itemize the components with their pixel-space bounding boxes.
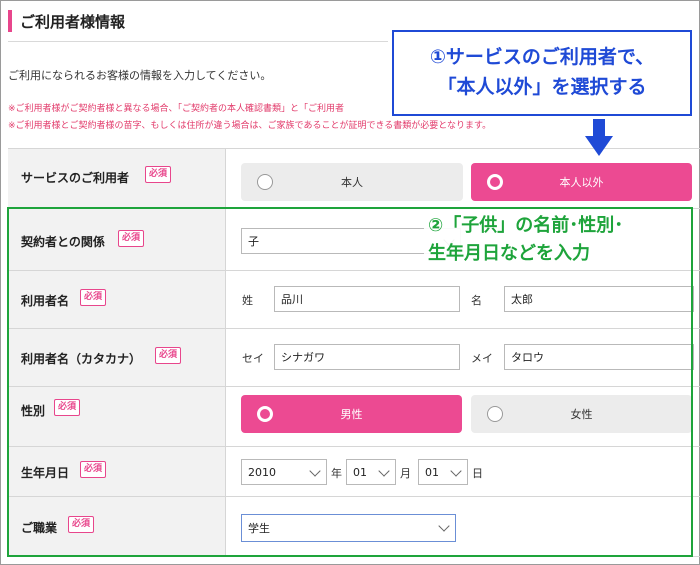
callout-1-line-2: 「本人以外」を選択する (437, 76, 647, 98)
callout-step-2: ②「子供」の名前･性別･ 生年月日などを入力 (424, 210, 628, 270)
callout-2-line-2: 生年月日などを入力 (428, 243, 590, 264)
section-title: ご利用者様情報 (20, 12, 126, 31)
radio-self-label: 本人 (341, 176, 363, 189)
radio-self[interactable]: 本人 (241, 163, 463, 201)
callout-step-1: ①サービスのご利用者で、 「本人以外」を選択する (392, 30, 692, 116)
arrow-head-icon (585, 136, 613, 156)
required-badge: 必須 (145, 166, 172, 183)
label-cell: サービスのご利用者 必須 (8, 149, 226, 208)
radio-circle-icon (257, 174, 273, 190)
radio-selected-icon (487, 174, 503, 190)
heading-divider (8, 41, 388, 42)
radio-not-self[interactable]: 本人以外 (471, 163, 692, 201)
radio-not-self-label: 本人以外 (559, 176, 604, 189)
intro-text: ご利用になられるお客様の情報を入力してください。 (8, 69, 272, 82)
arrow-down-icon (593, 119, 605, 137)
user-type-label: サービスのご利用者 (21, 171, 130, 185)
row-user-type: サービスのご利用者 必須 本人 本人以外 (8, 148, 700, 208)
callout-2-line-1: ②「子供」の名前･性別･ (428, 215, 624, 236)
note-2: ※ご利用者様とご契約者様の苗字、もしくは住所が違う場合は、ご家族であることが証明… (8, 121, 492, 131)
note-1: ※ご利用者様がご契約者様と異なる場合、「ご契約者の本人確認書類」と「ご利用者 (8, 104, 345, 114)
heading-accent-bar (8, 10, 12, 32)
section-heading: ご利用者様情報 (8, 8, 125, 34)
callout-1-line-1: ①サービスのご利用者で、 (429, 46, 655, 68)
